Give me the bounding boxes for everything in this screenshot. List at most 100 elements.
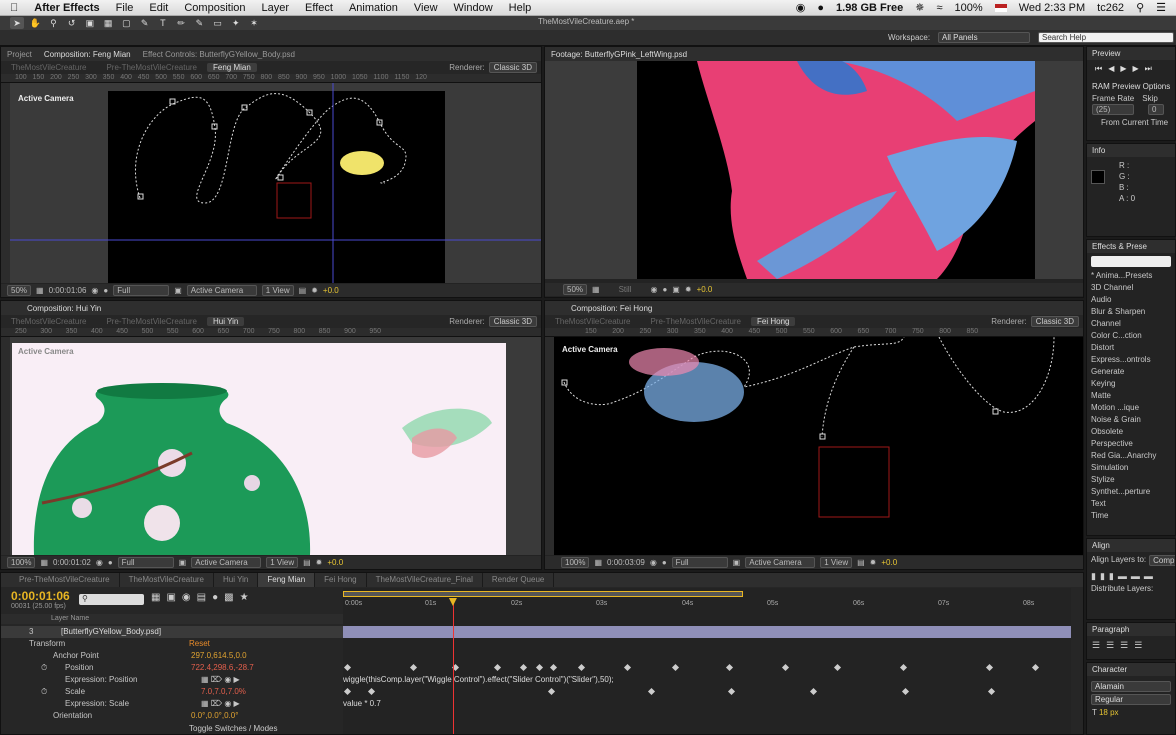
crumb-root[interactable]: TheMostVileCreature bbox=[1, 63, 96, 72]
layout-icon[interactable]: ▤ bbox=[299, 286, 307, 295]
layer-name[interactable]: [ButterflyGYellow_Body.psd] bbox=[61, 626, 161, 638]
keyframe-diamond[interactable] bbox=[343, 663, 352, 672]
exposure-icon[interactable]: ✹ bbox=[685, 285, 692, 294]
renderer-button[interactable]: Classic 3D bbox=[488, 62, 537, 73]
keyframe-diamond[interactable] bbox=[809, 687, 818, 696]
menu-effect[interactable]: Effect bbox=[305, 2, 333, 14]
align-text-right-icon[interactable]: ☰ bbox=[1120, 640, 1128, 651]
align-bottom-icon[interactable]: ▬ bbox=[1144, 571, 1153, 582]
crumb-active[interactable]: Hui Yin bbox=[207, 317, 245, 326]
keyframe-diamond[interactable] bbox=[623, 663, 632, 672]
tab-composition-fei-hong[interactable]: Composition: Fei Hong bbox=[565, 304, 658, 313]
crumb-root[interactable]: TheMostVileCreature bbox=[545, 317, 640, 326]
views-select[interactable]: 1 View bbox=[266, 557, 299, 568]
prop-value[interactable]: 297.0,614.5,0.0 bbox=[191, 650, 247, 662]
font-size-value[interactable]: 18 px bbox=[1099, 708, 1119, 717]
skip-select[interactable]: 0 bbox=[1148, 104, 1164, 115]
timeline-search-input[interactable]: ⚲ bbox=[79, 594, 144, 605]
effects-item[interactable]: Express...ontrols bbox=[1087, 354, 1175, 366]
align-right-icon[interactable]: ▮ bbox=[1109, 571, 1114, 582]
info-title[interactable]: Info bbox=[1087, 144, 1175, 157]
puppet-tool-icon[interactable]: ✶ bbox=[247, 17, 261, 29]
prop-position[interactable]: ⏱ Position 722.4,298.6,-28.7 bbox=[1, 662, 343, 674]
wifi-icon[interactable]: ≈ bbox=[937, 2, 943, 14]
layout-icon[interactable]: ▤ bbox=[303, 558, 311, 567]
keyframe-diamond[interactable] bbox=[577, 663, 586, 672]
prop-scale[interactable]: ⏱ Scale 7.0,7.0,7.0% bbox=[1, 686, 343, 698]
current-time[interactable]: 0:00:01:02 bbox=[53, 558, 91, 567]
renderer-button[interactable]: Classic 3D bbox=[488, 316, 537, 327]
menu-layer[interactable]: Layer bbox=[262, 2, 290, 14]
effects-title[interactable]: Effects & Prese bbox=[1087, 240, 1175, 253]
align-text-center-icon[interactable]: ☰ bbox=[1106, 640, 1114, 651]
effects-item[interactable]: Matte bbox=[1087, 390, 1175, 402]
keyframe-diamond[interactable] bbox=[985, 663, 994, 672]
col-layer-name[interactable]: Layer Name bbox=[51, 615, 89, 622]
camera-select[interactable]: Active Camera bbox=[745, 557, 816, 568]
region-icon[interactable]: ▣ bbox=[179, 558, 187, 567]
keyframe-diamond[interactable] bbox=[647, 687, 656, 696]
quality-select[interactable]: Full bbox=[117, 557, 174, 568]
menu-edit[interactable]: Edit bbox=[149, 2, 168, 14]
graph-editor-icon[interactable]: ▩ bbox=[224, 592, 233, 603]
menu-file[interactable]: File bbox=[116, 2, 134, 14]
exposure-value[interactable]: +0.0 bbox=[697, 285, 713, 294]
exposure-icon[interactable]: ✹ bbox=[316, 558, 323, 567]
tab-composition-hui-yin[interactable]: Composition: Hui Yin bbox=[21, 304, 107, 313]
grid-icon[interactable]: ▦ bbox=[36, 286, 44, 295]
exposure-icon[interactable]: ✹ bbox=[311, 286, 318, 295]
keyframe-diamond[interactable] bbox=[549, 663, 558, 672]
keyframe-diamond[interactable] bbox=[493, 663, 502, 672]
align-center-icon[interactable]: ▮ bbox=[1100, 571, 1105, 582]
user-name[interactable]: tc262 bbox=[1097, 2, 1124, 14]
menu-view[interactable]: View bbox=[414, 2, 438, 14]
quality-select[interactable]: Full bbox=[671, 557, 728, 568]
keyframe-diamond[interactable] bbox=[899, 663, 908, 672]
tab-pre-themostvilecreature[interactable]: Pre-TheMostVileCreature bbox=[1, 573, 120, 587]
views-select[interactable]: 1 View bbox=[820, 557, 853, 568]
prop-value[interactable]: 0.0°,0.0°,0.0° bbox=[191, 710, 238, 722]
pen-tool-icon[interactable]: ✎ bbox=[138, 17, 152, 29]
pan-behind-tool-icon[interactable]: ▦ bbox=[101, 17, 115, 29]
crumb-active[interactable]: Feng Mian bbox=[207, 63, 257, 72]
current-time[interactable]: 0:00:01:06 bbox=[49, 286, 87, 295]
menu-help[interactable]: Help bbox=[509, 2, 532, 14]
draft-3d-icon[interactable]: ▣ bbox=[166, 592, 175, 603]
snapshot-icon[interactable]: ◉ bbox=[650, 558, 657, 567]
effects-item[interactable]: Red Gia...Anarchy bbox=[1087, 450, 1175, 462]
color-icon[interactable]: ● bbox=[103, 286, 108, 295]
exposure-value[interactable]: +0.0 bbox=[327, 558, 343, 567]
font-select[interactable]: Alamain bbox=[1091, 681, 1171, 692]
effects-item[interactable]: Motion ...ique bbox=[1087, 402, 1175, 414]
effects-item[interactable]: Time bbox=[1087, 510, 1175, 522]
tab-final[interactable]: TheMostVileCreature_Final bbox=[367, 573, 483, 587]
frame-rate-select[interactable]: (25) bbox=[1092, 104, 1134, 115]
keyframe-diamond[interactable] bbox=[833, 663, 842, 672]
prop-anchor-point[interactable]: Anchor Point 297.0,614.5,0.0 bbox=[1, 650, 343, 662]
crumb-pre[interactable]: Pre-TheMostVileCreature bbox=[96, 63, 207, 72]
effects-item[interactable]: Synthet...perture bbox=[1087, 486, 1175, 498]
prop-orientation[interactable]: Orientation 0.0°,0.0°,0.0° bbox=[1, 710, 343, 722]
effects-item[interactable]: Channel bbox=[1087, 318, 1175, 330]
search-help-input[interactable]: Search Help bbox=[1038, 32, 1174, 43]
zoom-select[interactable]: 50% bbox=[563, 284, 588, 295]
transform-reset[interactable]: Reset bbox=[189, 638, 210, 650]
effects-item[interactable]: Audio bbox=[1087, 294, 1175, 306]
exposure-icon[interactable]: ✹ bbox=[870, 558, 877, 567]
keyframe-diamond[interactable] bbox=[987, 687, 996, 696]
effects-item[interactable]: Simulation bbox=[1087, 462, 1175, 474]
color-icon[interactable]: ● bbox=[108, 558, 113, 567]
layout-icon[interactable]: ▤ bbox=[857, 558, 865, 567]
tab-themostvilecreature[interactable]: TheMostVileCreature bbox=[120, 573, 215, 587]
prop-value[interactable]: 7.0,7.0,7.0% bbox=[201, 686, 246, 698]
snapshot-icon[interactable]: ◉ bbox=[91, 286, 98, 295]
clone-tool-icon[interactable]: ✎ bbox=[192, 17, 206, 29]
keyframe-diamond[interactable] bbox=[671, 663, 680, 672]
effects-item[interactable]: Stylize bbox=[1087, 474, 1175, 486]
tab-project[interactable]: Project bbox=[1, 50, 38, 59]
effects-item[interactable]: * Anima...Presets bbox=[1087, 270, 1175, 282]
spotlight-icon[interactable]: ⚲ bbox=[1136, 1, 1144, 14]
effects-item[interactable]: Color C...ction bbox=[1087, 330, 1175, 342]
keyframe-diamond[interactable] bbox=[725, 663, 734, 672]
keyframe-diamond[interactable] bbox=[901, 687, 910, 696]
